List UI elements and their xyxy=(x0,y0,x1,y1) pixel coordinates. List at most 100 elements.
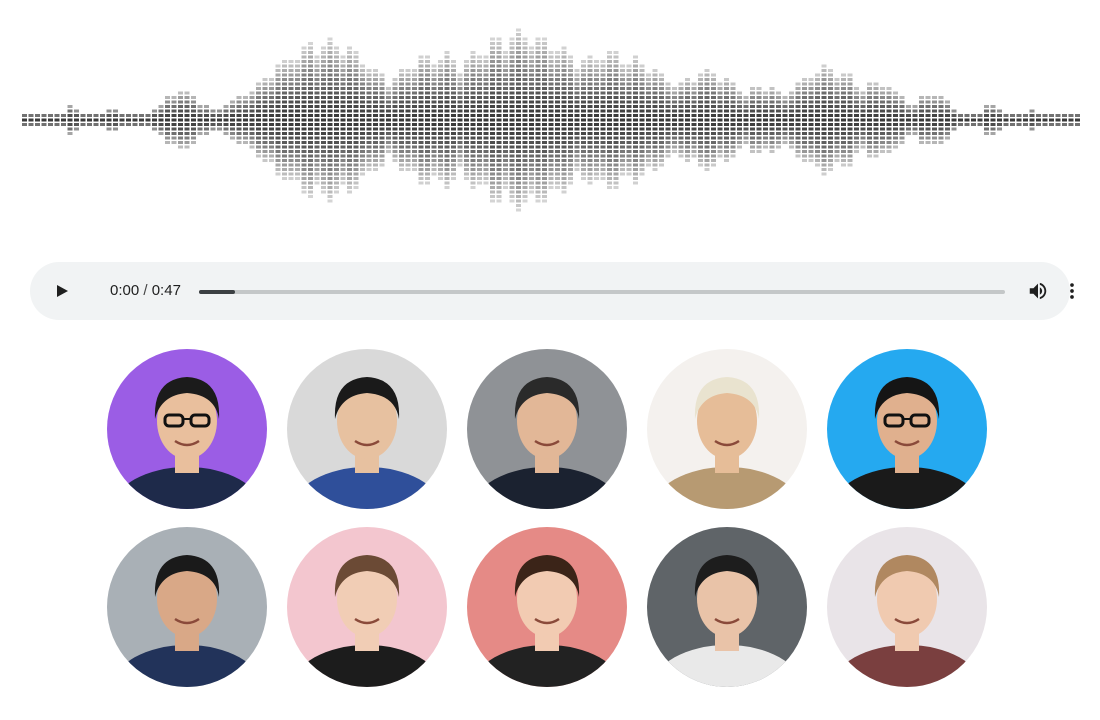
waveform-bar xyxy=(860,91,866,149)
waveform-bar xyxy=(1075,114,1080,126)
waveform-bar xyxy=(353,51,359,189)
waveform-bar xyxy=(1068,114,1074,126)
waveform-bar xyxy=(438,60,443,180)
waveform-bar xyxy=(977,114,983,126)
waveform-bar xyxy=(87,114,92,126)
waveform-bar xyxy=(613,51,619,189)
waveform-bar xyxy=(340,55,346,185)
waveform-bar xyxy=(269,78,274,162)
waveform-bar xyxy=(828,69,833,171)
waveform-bar xyxy=(178,91,183,149)
waveform-bar xyxy=(373,69,378,171)
waveform-bar xyxy=(776,91,781,149)
waveform-bar xyxy=(275,64,281,176)
avatar-5[interactable] xyxy=(827,349,987,509)
avatar-photo xyxy=(467,527,627,687)
waveform-bar xyxy=(171,96,177,144)
waveform-bar xyxy=(93,114,99,126)
waveform-bar xyxy=(971,114,976,126)
waveform-bar xyxy=(938,96,944,144)
waveform-bar xyxy=(945,100,950,140)
waveform-bar xyxy=(581,60,586,180)
waveform-bar xyxy=(360,64,365,176)
waveform-bar xyxy=(204,105,209,135)
waveform-bar xyxy=(61,114,66,126)
waveform-bar xyxy=(756,87,762,153)
waveform-bar xyxy=(197,105,203,135)
waveform-bar xyxy=(919,96,924,144)
avatar-photo xyxy=(287,527,447,687)
waveform-bar xyxy=(483,55,489,185)
waveform-bar xyxy=(451,60,456,180)
waveform-bar xyxy=(561,46,567,194)
progress-slider[interactable] xyxy=(199,290,1005,294)
avatar-2[interactable] xyxy=(287,349,447,509)
waveform-bar xyxy=(1010,114,1015,126)
waveform-bar xyxy=(932,96,937,144)
avatar-4[interactable] xyxy=(647,349,807,509)
waveform-bar xyxy=(958,114,963,126)
waveform-bar xyxy=(724,78,729,162)
waveform-bar xyxy=(984,105,989,135)
waveform-bar xyxy=(717,82,723,158)
waveform-bar xyxy=(184,91,190,149)
waveform-bar xyxy=(470,51,476,189)
waveform-bar xyxy=(1029,109,1035,131)
avatar-3[interactable] xyxy=(467,349,627,509)
waveform-bar xyxy=(620,64,625,176)
waveform-bar xyxy=(119,114,125,126)
waveform-bar xyxy=(490,37,495,203)
waveform-bar xyxy=(880,87,885,153)
waveform-bar xyxy=(126,114,131,126)
waveform-bar xyxy=(782,96,788,144)
waveform-bar xyxy=(925,96,931,144)
avatar-1[interactable] xyxy=(107,349,267,509)
waveform-bar xyxy=(587,55,593,185)
waveform-bar xyxy=(1003,114,1009,126)
waveform-bar xyxy=(808,78,814,162)
waveform-bar xyxy=(1062,114,1067,126)
waveform-bar xyxy=(295,60,300,180)
waveform-bar xyxy=(698,73,703,167)
waveform-bar xyxy=(522,37,528,203)
waveform-bar xyxy=(464,60,469,180)
waveform-bar xyxy=(1049,114,1054,126)
waveform-bar xyxy=(841,73,846,167)
waveform-bar xyxy=(964,114,970,126)
waveform-bar xyxy=(795,82,801,158)
waveform-graphic xyxy=(22,28,1080,212)
waveform-bar xyxy=(691,82,697,158)
avatar-9[interactable] xyxy=(647,527,807,687)
waveform-bar xyxy=(997,109,1002,131)
waveform-bar xyxy=(548,51,554,189)
avatar-6[interactable] xyxy=(107,527,267,687)
waveform-bar xyxy=(789,91,794,149)
play-button[interactable] xyxy=(48,277,76,305)
avatar-10[interactable] xyxy=(827,527,987,687)
waveform-bar xyxy=(906,105,911,135)
waveform-bar xyxy=(308,42,313,198)
waveform-bar xyxy=(230,100,235,140)
volume-button[interactable] xyxy=(1024,279,1052,303)
waveform-bar xyxy=(886,87,892,153)
play-icon xyxy=(57,285,68,297)
avatar-photo xyxy=(647,527,807,687)
waveform-bar xyxy=(139,114,144,126)
waveform-bar xyxy=(80,114,86,126)
waveform-bar xyxy=(1023,114,1028,126)
waveform-bar xyxy=(763,91,768,149)
waveform-bar xyxy=(1016,114,1022,126)
waveform-bar xyxy=(990,105,996,135)
waveform-bar xyxy=(574,69,580,171)
waveform-bar xyxy=(834,78,840,162)
avatar-7[interactable] xyxy=(287,527,447,687)
avatar-photo xyxy=(467,349,627,509)
more-options-button[interactable] xyxy=(1060,279,1084,303)
waveform-bar xyxy=(223,105,229,135)
current-time: 0:00 xyxy=(110,282,140,299)
waveform-bar xyxy=(191,96,196,144)
waveform-bar xyxy=(165,96,170,144)
avatar-8[interactable] xyxy=(467,527,627,687)
waveform-bar xyxy=(821,64,827,176)
avatar-photo xyxy=(827,527,987,687)
